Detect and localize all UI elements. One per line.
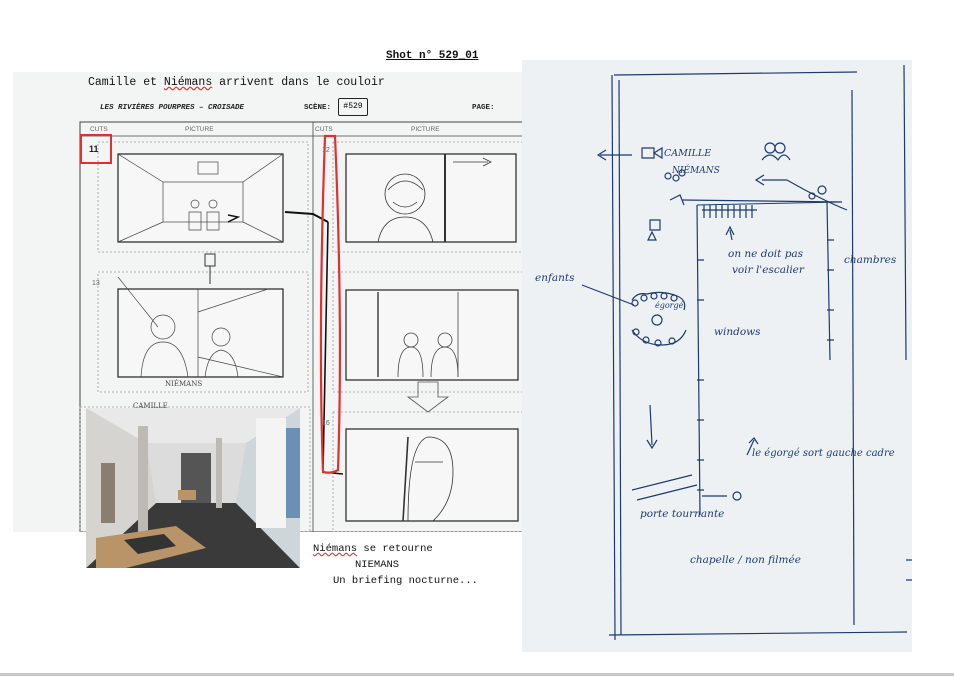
label-voir-escalier: voir l'escalier <box>732 264 804 276</box>
floorplan-sketch: CAMILLE NIÉMANS on ne doit pas voir l'es… <box>522 60 912 652</box>
action-text: Niémans se retourne NIEMANS Un briefing … <box>313 541 478 589</box>
action-line-1: Niémans se retourne <box>313 543 433 555</box>
label-egorge-sort: le égorgé sort gauche cadre <box>752 448 895 459</box>
production-title: LES RIVIÈRES POURPRES – CROISADE <box>100 104 245 112</box>
label-windows: windows <box>714 326 761 338</box>
cut-number: 11 <box>89 144 99 154</box>
label-enfants: enfants <box>535 272 575 284</box>
scene-number: #529 <box>338 98 368 116</box>
scene-label: SCÈNE: <box>304 104 332 112</box>
cut-number: 13 <box>92 280 100 287</box>
label-on-ne-doit-pas: on ne doit pas <box>728 248 804 260</box>
label-chapelle: chapelle / non filmée <box>690 554 801 566</box>
cut-number: 12 <box>322 147 330 154</box>
sketch-label-niemans: NIÉMANS <box>165 380 203 388</box>
cut-number: 16 <box>322 420 330 427</box>
character-name: NIEMANS <box>355 559 400 571</box>
col-picture-left: PICTURE <box>185 126 214 133</box>
page-label: PAGE: <box>472 104 495 112</box>
label-niemans: NIÉMANS <box>672 166 720 176</box>
col-picture-right: PICTURE <box>411 126 440 133</box>
label-chambres: chambres <box>844 254 897 266</box>
location-photo <box>86 408 300 568</box>
col-cuts-left: CUTS <box>90 126 108 133</box>
label-egorge: égorgé <box>655 301 684 310</box>
col-cuts-right: CUTS <box>315 126 333 133</box>
label-porte-tournante: porte tournante <box>640 508 725 520</box>
storyboard-caption: Camille et Niémans arrivent dans le coul… <box>88 76 385 89</box>
label-camille: CAMILLE <box>664 148 712 159</box>
dialogue-line: Un briefing nocturne... <box>333 575 478 587</box>
shot-title: Shot n° 529_01 <box>386 50 479 62</box>
